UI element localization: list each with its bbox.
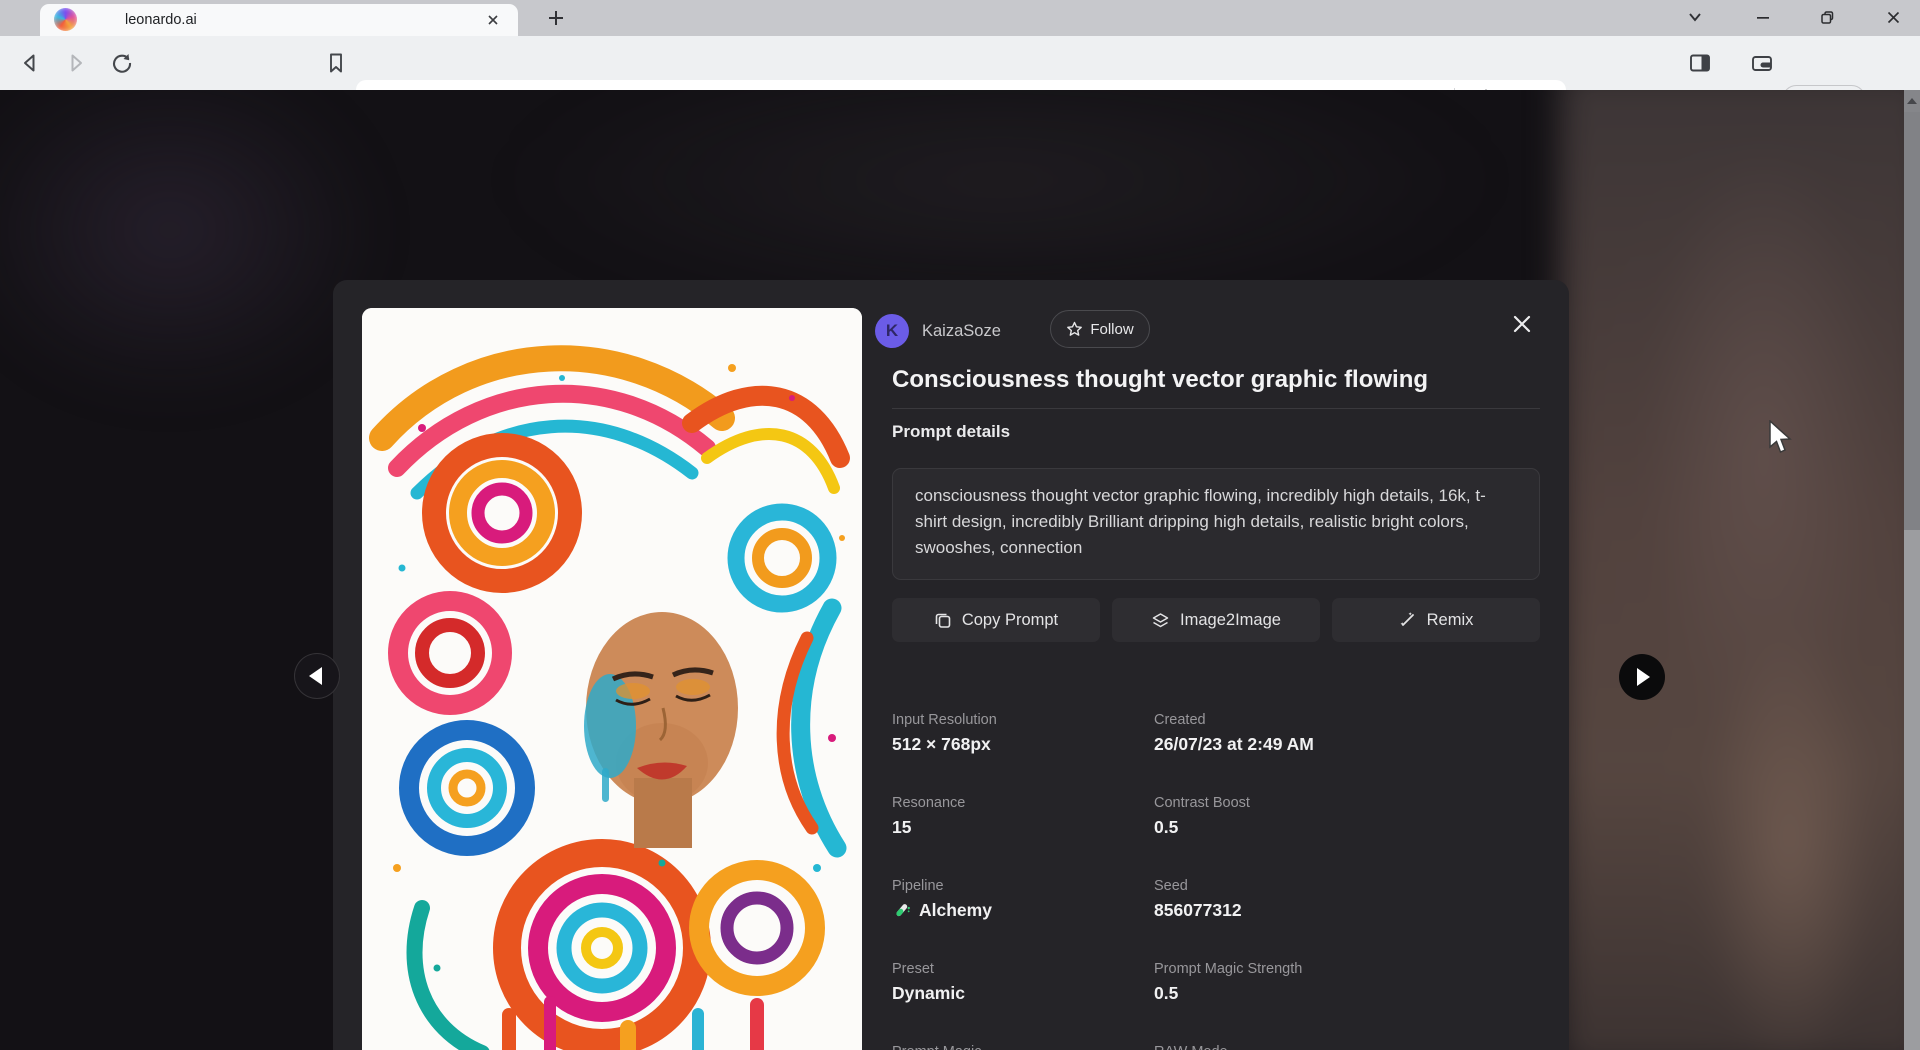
sidebar-toggle-icon[interactable] xyxy=(1687,50,1713,76)
remix-label: Remix xyxy=(1427,611,1474,630)
tab-search-chevron-icon[interactable] xyxy=(1684,6,1706,28)
browser-tab-bar: leonardo.ai xyxy=(0,0,1920,36)
leonardo-favicon-icon xyxy=(54,8,77,31)
detail-input-resolution: Input Resolution 512 × 768px xyxy=(892,712,1154,760)
detail-label: Resonance xyxy=(892,795,1154,811)
detail-contrast-boost: Contrast Boost 0.5 xyxy=(1154,795,1540,843)
detail-value: Alchemy xyxy=(892,900,1154,921)
detail-label: Pipeline xyxy=(892,878,1154,894)
avatar[interactable]: K xyxy=(875,314,909,348)
detail-seed: Seed 856077312 xyxy=(1154,878,1540,926)
forward-button[interactable] xyxy=(63,50,89,76)
scrollbar-thumb[interactable] xyxy=(1904,112,1920,530)
mouse-cursor xyxy=(1768,420,1794,461)
next-image-button[interactable] xyxy=(1619,654,1665,700)
window-restore-button[interactable] xyxy=(1814,5,1840,29)
detail-label: Input Resolution xyxy=(892,712,1154,728)
detail-value: Dynamic xyxy=(892,983,1154,1004)
blurred-background-left xyxy=(0,90,380,400)
page-scrollbar[interactable] xyxy=(1904,90,1920,1050)
scrollbar-up-arrow[interactable] xyxy=(1904,90,1920,112)
remix-button[interactable]: Remix xyxy=(1332,598,1540,642)
prompt-text: consciousness thought vector graphic flo… xyxy=(915,483,1517,561)
detail-value: 856077312 xyxy=(1154,900,1540,921)
back-button[interactable] xyxy=(17,50,43,76)
blurred-background-glow xyxy=(500,90,1500,310)
generated-artwork-image xyxy=(362,308,862,1050)
detail-label: Created xyxy=(1154,712,1540,728)
image2image-label: Image2Image xyxy=(1180,611,1281,630)
generation-details-grid: Input Resolution 512 × 768px Created 26/… xyxy=(892,712,1540,1050)
chevron-left-icon xyxy=(309,667,322,685)
detail-label: RAW Mode xyxy=(1154,1044,1540,1050)
copy-icon xyxy=(934,611,952,629)
detail-label: Seed xyxy=(1154,878,1540,894)
detail-value: 0.5 xyxy=(1154,983,1540,1004)
pipeline-value: Alchemy xyxy=(919,900,992,921)
detail-preset: Preset Dynamic xyxy=(892,961,1154,1009)
image-title: Consciousness thought vector graphic flo… xyxy=(892,366,1552,394)
browser-tab[interactable]: leonardo.ai xyxy=(40,4,518,36)
page-content: K KaizaSoze Follow Consciousness thought… xyxy=(0,90,1920,1050)
wallet-icon[interactable] xyxy=(1749,50,1775,76)
detail-label: Preset xyxy=(892,961,1154,977)
copy-prompt-button[interactable]: Copy Prompt xyxy=(892,598,1100,642)
test-tube-icon xyxy=(892,901,911,920)
chevron-right-icon xyxy=(1637,668,1650,686)
reload-button[interactable] xyxy=(109,50,135,76)
detail-pipeline: Pipeline Alchemy xyxy=(892,878,1154,926)
image2image-button[interactable]: Image2Image xyxy=(1112,598,1320,642)
prompt-box: consciousness thought vector graphic flo… xyxy=(892,468,1540,580)
detail-label: Contrast Boost xyxy=(1154,795,1540,811)
detail-label: Prompt Magic xyxy=(892,1044,1154,1050)
detail-label: Prompt Magic Strength xyxy=(1154,961,1540,977)
detail-raw-mode: RAW Mode Off xyxy=(1154,1044,1540,1050)
detail-value: 512 × 768px xyxy=(892,734,1154,755)
screen: leonardo.ai xyxy=(0,0,1920,1050)
follow-label: Follow xyxy=(1090,321,1133,338)
prompt-details-heading: Prompt details xyxy=(892,422,1010,442)
star-icon xyxy=(1066,321,1083,338)
blurred-background-right xyxy=(1560,90,1920,1050)
window-minimize-button[interactable] xyxy=(1750,5,1776,29)
layers-icon xyxy=(1151,611,1170,630)
action-buttons-row: Copy Prompt Image2Image Remix xyxy=(892,598,1540,642)
previous-image-button[interactable] xyxy=(294,653,340,699)
tab-close-icon[interactable] xyxy=(486,13,500,27)
detail-value: 15 xyxy=(892,817,1154,838)
follow-button[interactable]: Follow xyxy=(1050,310,1150,348)
copy-prompt-label: Copy Prompt xyxy=(962,611,1058,630)
image-detail-modal: K KaizaSoze Follow Consciousness thought… xyxy=(333,280,1569,1050)
new-tab-button[interactable] xyxy=(545,7,567,29)
detail-prompt-magic: Prompt Magic V3 xyxy=(892,1044,1154,1050)
detail-prompt-magic-strength: Prompt Magic Strength 0.5 xyxy=(1154,961,1540,1009)
detail-resonance: Resonance 15 xyxy=(892,795,1154,843)
detail-value: 26/07/23 at 2:49 AM xyxy=(1154,734,1540,755)
detail-created: Created 26/07/23 at 2:49 AM xyxy=(1154,712,1540,760)
tab-title: leonardo.ai xyxy=(125,12,197,28)
wand-icon xyxy=(1399,611,1417,629)
divider xyxy=(892,408,1540,409)
detail-value: 0.5 xyxy=(1154,817,1540,838)
bookmark-icon[interactable] xyxy=(323,50,349,76)
modal-close-icon[interactable] xyxy=(1509,311,1535,337)
browser-toolbar: app.leonardo.ai xyxy=(0,36,1920,90)
window-close-button[interactable] xyxy=(1880,5,1906,29)
username[interactable]: KaizaSoze xyxy=(922,322,1001,341)
